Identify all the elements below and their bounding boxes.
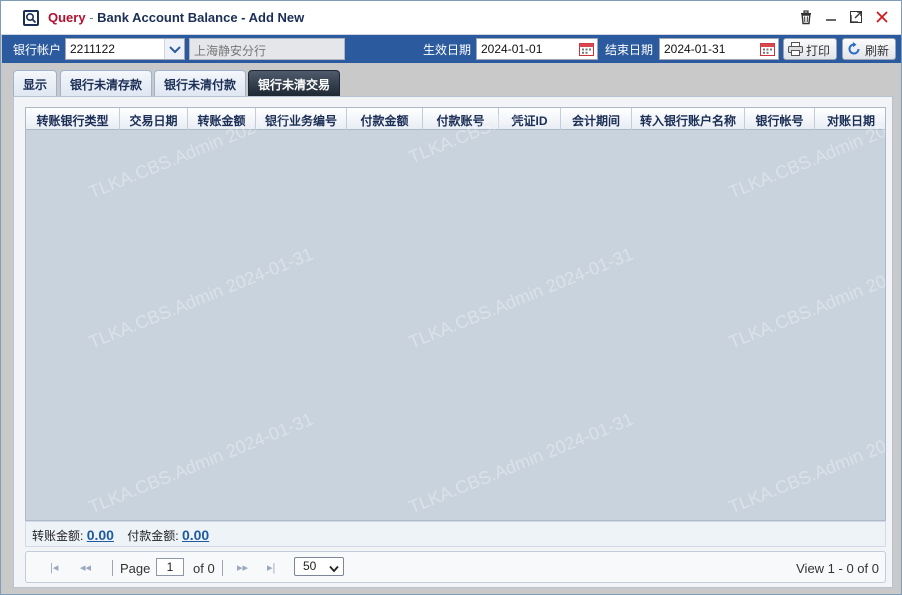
column-header[interactable]: 转入银行账户名称 bbox=[632, 108, 745, 130]
watermark: TLKA.CBS.Admin 2024-01-31 bbox=[85, 408, 316, 518]
page-size-select[interactable]: 50 bbox=[294, 557, 344, 576]
refresh-icon bbox=[847, 42, 861, 59]
tab-bar: 显示 银行未清存款 银行未清付款 银行未清交易 bbox=[2, 63, 901, 97]
trash-icon[interactable] bbox=[798, 9, 816, 27]
page-input[interactable]: 1 bbox=[156, 558, 184, 576]
payment-amount-label: 付款金额: bbox=[127, 529, 179, 543]
page-count-label: of 0 bbox=[193, 561, 215, 576]
end-date-label: 结束日期 bbox=[605, 43, 654, 57]
start-date-value: 2024-01-01 bbox=[481, 42, 543, 56]
chevron-down-icon[interactable] bbox=[164, 39, 184, 59]
maximize-icon[interactable] bbox=[848, 9, 866, 27]
prev-page-icon[interactable]: ◂◂ bbox=[80, 561, 91, 574]
print-button[interactable]: 打印 bbox=[783, 38, 837, 60]
refresh-label: 刷新 bbox=[865, 44, 890, 58]
account-value: 2211122 bbox=[70, 42, 115, 56]
next-page-icon[interactable]: ▸▸ bbox=[237, 561, 248, 574]
column-header[interactable]: 凭证ID bbox=[499, 108, 561, 130]
summary-bar: 转账金额: 0.00 付款金额: 0.00 bbox=[25, 521, 886, 547]
window-title: Query - Bank Account Balance - Add New bbox=[48, 10, 304, 25]
first-page-icon[interactable]: |◂ bbox=[50, 561, 58, 574]
view-range-text: View 1 - 0 of 0 bbox=[796, 561, 879, 576]
page-label: Page bbox=[120, 561, 151, 576]
start-date-input[interactable]: 2024-01-01 bbox=[476, 38, 598, 60]
chevron-down-icon bbox=[329, 562, 339, 576]
branch-field: 上海静安分行 bbox=[189, 38, 345, 60]
data-grid: 转账银行类型 交易日期 转账金额 银行业务编号 付款金额 付款账号 凭证ID 会… bbox=[25, 107, 886, 521]
account-label: 银行帐户 bbox=[13, 43, 62, 57]
column-header[interactable]: 银行帐号 bbox=[745, 108, 815, 130]
minimize-icon[interactable] bbox=[823, 9, 841, 27]
watermark: TLKA.CBS.Admin 2024-01-31 bbox=[85, 243, 316, 353]
column-header[interactable]: 转账银行类型 bbox=[26, 108, 120, 130]
watermark: TLKA.CBS.Admin 2024-01-31 bbox=[725, 408, 886, 518]
column-header[interactable]: 会计期间 bbox=[561, 108, 632, 130]
end-date-value: 2024-01-31 bbox=[664, 42, 726, 56]
title-query: Query bbox=[48, 10, 86, 25]
last-page-icon[interactable]: ▸| bbox=[267, 561, 275, 574]
query-icon bbox=[23, 10, 39, 26]
column-header[interactable]: 对账日期 bbox=[815, 108, 885, 130]
print-label: 打印 bbox=[806, 44, 831, 58]
printer-icon bbox=[788, 42, 803, 59]
end-date-input[interactable]: 2024-01-31 bbox=[659, 38, 779, 60]
start-date-label: 生效日期 bbox=[423, 43, 472, 57]
pager-divider bbox=[112, 560, 113, 576]
tab-outstanding-payments[interactable]: 银行未清付款 bbox=[154, 70, 247, 96]
branch-value: 上海静安分行 bbox=[194, 44, 267, 58]
column-header[interactable]: 银行业务编号 bbox=[256, 108, 347, 130]
transfer-amount-value[interactable]: 0.00 bbox=[87, 527, 114, 543]
column-header[interactable]: 付款账号 bbox=[423, 108, 499, 130]
filter-toolbar: 银行帐户 2211122 上海静安分行 生效日期 2024-01-01 结束日期… bbox=[2, 35, 901, 63]
payment-amount-value[interactable]: 0.00 bbox=[182, 527, 209, 543]
close-icon[interactable] bbox=[874, 9, 892, 27]
column-header[interactable]: 交易日期 bbox=[120, 108, 188, 130]
tab-outstanding-transactions[interactable]: 银行未清交易 bbox=[248, 70, 341, 96]
account-select[interactable]: 2211122 bbox=[65, 38, 185, 60]
pager-divider bbox=[222, 560, 223, 576]
tab-display[interactable]: 显示 bbox=[13, 70, 58, 96]
content-panel: 转账银行类型 交易日期 转账金额 银行业务编号 付款金额 付款账号 凭证ID 会… bbox=[13, 96, 893, 588]
watermark: TLKA.CBS.Admin 2024-01-31 bbox=[725, 243, 886, 353]
transfer-amount-label: 转账金额: bbox=[32, 529, 84, 543]
calendar-icon[interactable] bbox=[760, 42, 775, 59]
app-window: Query - Bank Account Balance - Add New 银… bbox=[0, 0, 902, 595]
title-bar: Query - Bank Account Balance - Add New bbox=[1, 1, 901, 35]
page-size-value: 50 bbox=[303, 559, 317, 573]
refresh-button[interactable]: 刷新 bbox=[842, 38, 896, 60]
column-header[interactable]: 付款金额 bbox=[347, 108, 423, 130]
grid-header: 转账银行类型 交易日期 转账金额 银行业务编号 付款金额 付款账号 凭证ID 会… bbox=[26, 108, 885, 130]
column-header[interactable]: 转账金额 bbox=[188, 108, 256, 130]
watermark: TLKA.CBS.Admin 2024-01-31 bbox=[405, 408, 636, 518]
tab-outstanding-deposits[interactable]: 银行未清存款 bbox=[60, 70, 153, 96]
title-separator: - bbox=[89, 10, 94, 25]
watermark: TLKA.CBS.Admin 2024-01-31 bbox=[405, 243, 636, 353]
pager: |◂ ◂◂ Page 1 of 0 ▸▸ ▸| 50 View 1 - 0 of… bbox=[25, 551, 886, 583]
title-main: Bank Account Balance - Add New bbox=[97, 10, 305, 25]
calendar-icon[interactable] bbox=[579, 42, 594, 59]
